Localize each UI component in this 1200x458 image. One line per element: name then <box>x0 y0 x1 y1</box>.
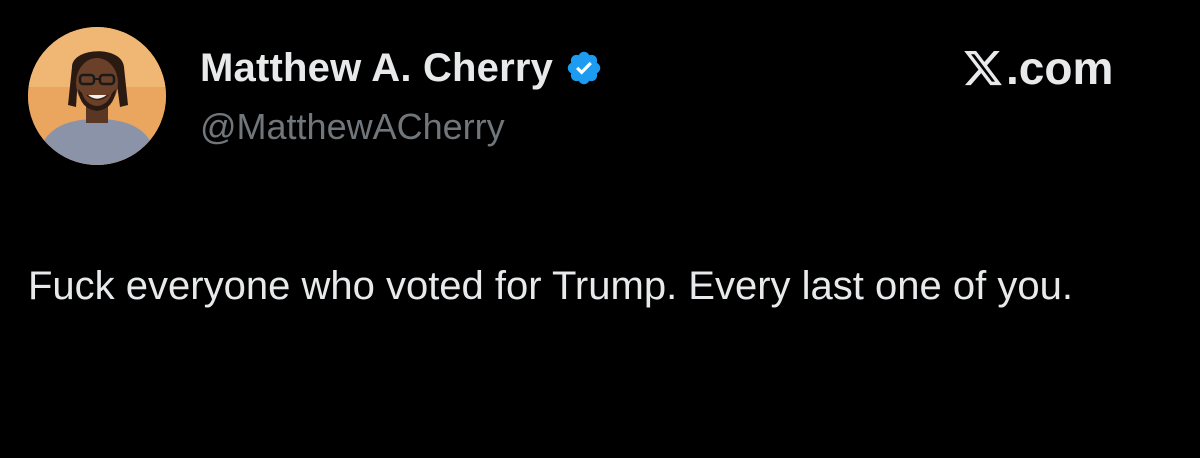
brand-logo: .com <box>962 40 1113 96</box>
avatar-photo <box>28 27 166 165</box>
tweet-text: Fuck everyone who voted for Trump. Every… <box>28 264 1073 308</box>
author-handle[interactable]: @MatthewACherry <box>200 106 505 148</box>
brand-domain-label: .com <box>1006 42 1114 94</box>
avatar[interactable] <box>28 27 166 165</box>
display-name[interactable]: Matthew A. Cherry <box>200 46 553 91</box>
tweet-card: Matthew A. Cherry @MatthewACherry .com F… <box>0 0 1200 458</box>
x-logo-icon <box>962 47 1004 89</box>
author-name-row: Matthew A. Cherry <box>200 42 603 94</box>
verified-badge-icon <box>565 49 603 87</box>
